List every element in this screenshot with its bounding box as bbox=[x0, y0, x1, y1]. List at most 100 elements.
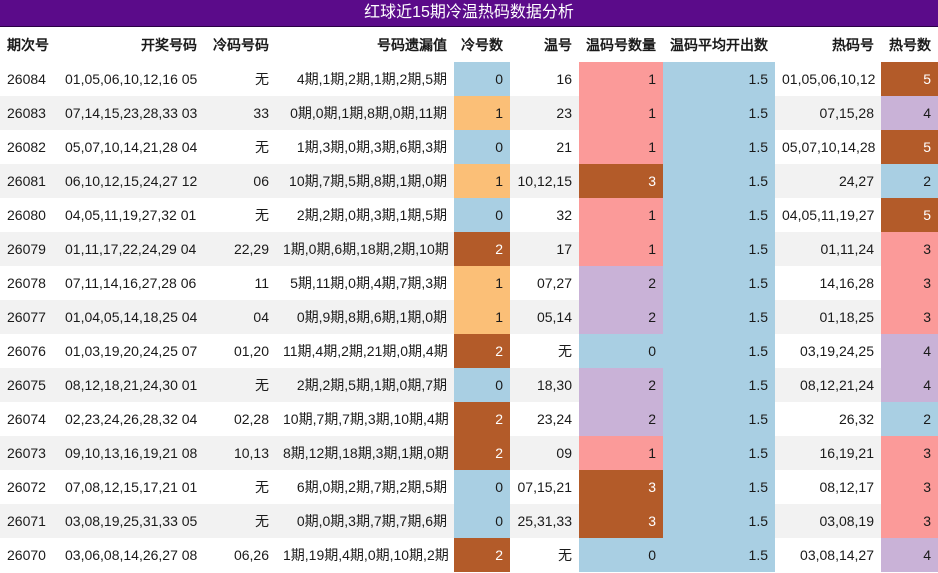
table-row[interactable]: 26072 07,08,12,15,17,21 01 无 6期,0期,2期,7期,2期… bbox=[0, 470, 938, 504]
cell-warm-count: 1 bbox=[579, 436, 663, 470]
cell-warm-numbers: 10,12,15 bbox=[510, 164, 579, 198]
cell-draw-numbers: 08,12,18,21,24,30 01 bbox=[58, 368, 204, 402]
cell-warm-numbers: 07,27 bbox=[510, 266, 579, 300]
cell-warm-average: 1.5 bbox=[663, 368, 775, 402]
cell-hot-count: 3 bbox=[881, 266, 938, 300]
cell-omission: 1期,3期,0期,3期,6期,3期 bbox=[276, 130, 454, 164]
cell-warm-count: 2 bbox=[579, 266, 663, 300]
cell-omission: 0期,0期,1期,8期,0期,11期 bbox=[276, 96, 454, 130]
cell-hot-numbers: 08,12,21,24 bbox=[775, 368, 881, 402]
cell-warm-count: 1 bbox=[579, 198, 663, 232]
cell-warm-count: 3 bbox=[579, 164, 663, 198]
cell-hot-numbers: 01,05,06,10,12 bbox=[775, 62, 881, 96]
cell-issue: 26077 bbox=[0, 300, 58, 334]
cell-warm-average: 1.5 bbox=[663, 300, 775, 334]
cell-warm-average: 1.5 bbox=[663, 470, 775, 504]
cell-omission: 10期,7期,5期,8期,1期,0期 bbox=[276, 164, 454, 198]
cell-warm-average: 1.5 bbox=[663, 538, 775, 572]
cell-hot-numbers: 07,15,28 bbox=[775, 96, 881, 130]
cell-hot-count: 3 bbox=[881, 300, 938, 334]
cell-omission: 1期,0期,6期,18期,2期,10期 bbox=[276, 232, 454, 266]
cell-issue: 26072 bbox=[0, 470, 58, 504]
cell-cold-count: 2 bbox=[454, 538, 510, 572]
cell-warm-numbers: 无 bbox=[510, 334, 579, 368]
cell-cold-count: 0 bbox=[454, 504, 510, 538]
table-row[interactable]: 26083 07,14,15,23,28,33 03 33 0期,0期,1期,8期,0… bbox=[0, 96, 938, 130]
table-row[interactable]: 26076 01,03,19,20,24,25 07 01,20 11期,4期,2期,… bbox=[0, 334, 938, 368]
table-row[interactable]: 26073 09,10,13,16,19,21 08 10,13 8期,12期,18期… bbox=[0, 436, 938, 470]
cell-draw-numbers: 04,05,11,19,27,32 01 bbox=[58, 198, 204, 232]
cell-warm-average: 1.5 bbox=[663, 402, 775, 436]
page-title: 红球近15期冷温热码数据分析 bbox=[0, 0, 938, 27]
cell-issue: 26070 bbox=[0, 538, 58, 572]
cell-issue: 26071 bbox=[0, 504, 58, 538]
cell-cold-count: 0 bbox=[454, 198, 510, 232]
cell-cold-numbers: 无 bbox=[204, 198, 276, 232]
cell-warm-count: 1 bbox=[579, 96, 663, 130]
cell-issue: 26073 bbox=[0, 436, 58, 470]
cell-hot-numbers: 26,32 bbox=[775, 402, 881, 436]
cell-draw-numbers: 05,07,10,14,21,28 04 bbox=[58, 130, 204, 164]
header-hot-numbers[interactable]: 热码号 bbox=[775, 27, 881, 62]
cell-draw-numbers: 01,05,06,10,12,16 05 bbox=[58, 62, 204, 96]
cell-warm-average: 1.5 bbox=[663, 96, 775, 130]
table-row[interactable]: 26070 03,06,08,14,26,27 08 06,26 1期,19期,4期,… bbox=[0, 538, 938, 572]
cell-cold-numbers: 10,13 bbox=[204, 436, 276, 470]
header-cold-numbers[interactable]: 冷码号码 bbox=[204, 27, 276, 62]
table-row[interactable]: 26077 01,04,05,14,18,25 04 04 0期,9期,8期,6期,1… bbox=[0, 300, 938, 334]
cell-warm-numbers: 32 bbox=[510, 198, 579, 232]
cell-cold-count: 2 bbox=[454, 232, 510, 266]
table-row[interactable]: 26074 02,23,24,26,28,32 04 02,28 10期,7期,7期,… bbox=[0, 402, 938, 436]
cell-warm-count: 1 bbox=[579, 130, 663, 164]
header-draw-numbers[interactable]: 开奖号码 bbox=[58, 27, 204, 62]
cell-warm-average: 1.5 bbox=[663, 130, 775, 164]
cold-warm-hot-table: 期次号 开奖号码 冷码号码 号码遗漏值 冷号数 温号 温码号数量 温码平均开出数… bbox=[0, 27, 938, 572]
cell-omission: 2期,2期,5期,1期,0期,7期 bbox=[276, 368, 454, 402]
cell-cold-numbers: 无 bbox=[204, 470, 276, 504]
header-cold-count[interactable]: 冷号数 bbox=[454, 27, 510, 62]
cell-cold-count: 1 bbox=[454, 266, 510, 300]
cell-hot-numbers: 16,19,21 bbox=[775, 436, 881, 470]
cell-cold-count: 2 bbox=[454, 334, 510, 368]
table-row[interactable]: 26084 01,05,06,10,12,16 05 无 4期,1期,2期,1期,2期… bbox=[0, 62, 938, 96]
cell-warm-count: 2 bbox=[579, 300, 663, 334]
table-row[interactable]: 26079 01,11,17,22,24,29 04 22,29 1期,0期,6期,1… bbox=[0, 232, 938, 266]
cell-hot-numbers: 01,11,24 bbox=[775, 232, 881, 266]
cell-hot-count: 2 bbox=[881, 164, 938, 198]
table-row[interactable]: 26075 08,12,18,21,24,30 01 无 2期,2期,5期,1期,0期… bbox=[0, 368, 938, 402]
table-row[interactable]: 26080 04,05,11,19,27,32 01 无 2期,2期,0期,3期,1期… bbox=[0, 198, 938, 232]
cell-issue: 26074 bbox=[0, 402, 58, 436]
cell-draw-numbers: 07,11,14,16,27,28 06 bbox=[58, 266, 204, 300]
cell-warm-numbers: 05,14 bbox=[510, 300, 579, 334]
cell-warm-count: 3 bbox=[579, 470, 663, 504]
cell-draw-numbers: 02,23,24,26,28,32 04 bbox=[58, 402, 204, 436]
cell-omission: 10期,7期,7期,3期,10期,4期 bbox=[276, 402, 454, 436]
table-row[interactable]: 26081 06,10,12,15,24,27 12 06 10期,7期,5期,8期,… bbox=[0, 164, 938, 198]
cell-issue: 26081 bbox=[0, 164, 58, 198]
header-warm-average[interactable]: 温码平均开出数 bbox=[663, 27, 775, 62]
cell-cold-numbers: 33 bbox=[204, 96, 276, 130]
header-warm-count[interactable]: 温码号数量 bbox=[579, 27, 663, 62]
cell-warm-count: 0 bbox=[579, 538, 663, 572]
cell-warm-average: 1.5 bbox=[663, 62, 775, 96]
cell-warm-count: 3 bbox=[579, 504, 663, 538]
header-issue[interactable]: 期次号 bbox=[0, 27, 58, 62]
header-hot-count[interactable]: 热号数 bbox=[881, 27, 938, 62]
cell-hot-numbers: 08,12,17 bbox=[775, 470, 881, 504]
cell-draw-numbers: 07,14,15,23,28,33 03 bbox=[58, 96, 204, 130]
cell-cold-numbers: 06,26 bbox=[204, 538, 276, 572]
header-warm-numbers[interactable]: 温号 bbox=[510, 27, 579, 62]
cell-hot-numbers: 04,05,11,19,27 bbox=[775, 198, 881, 232]
cell-hot-count: 5 bbox=[881, 130, 938, 164]
cell-cold-count: 0 bbox=[454, 62, 510, 96]
cell-cold-count: 0 bbox=[454, 130, 510, 164]
cell-cold-numbers: 22,29 bbox=[204, 232, 276, 266]
header-omission[interactable]: 号码遗漏值 bbox=[276, 27, 454, 62]
cell-warm-numbers: 23 bbox=[510, 96, 579, 130]
table-row[interactable]: 26082 05,07,10,14,21,28 04 无 1期,3期,0期,3期,6期… bbox=[0, 130, 938, 164]
table-row[interactable]: 26071 03,08,19,25,31,33 05 无 0期,0期,3期,7期,7期… bbox=[0, 504, 938, 538]
cell-draw-numbers: 03,08,19,25,31,33 05 bbox=[58, 504, 204, 538]
table-row[interactable]: 26078 07,11,14,16,27,28 06 11 5期,11期,0期,4期,… bbox=[0, 266, 938, 300]
cell-hot-count: 4 bbox=[881, 538, 938, 572]
cell-hot-count: 3 bbox=[881, 504, 938, 538]
